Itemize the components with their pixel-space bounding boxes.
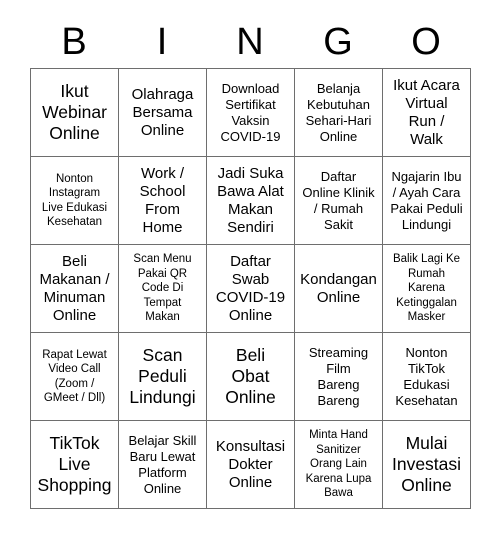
bingo-cell-text: Minta Hand Sanitizer Orang Lain Karena L… xyxy=(305,429,372,500)
bingo-cell-i3[interactable]: Scan Menu Pakai QR Code Di Tempat Makan xyxy=(119,245,207,333)
bingo-row-5: TikTok Live Shopping Belajar Skill Baru … xyxy=(31,421,471,509)
bingo-cell-text: Konsultasi Dokter Online xyxy=(215,437,286,491)
bingo-card: B I N G O Ikut Webinar Online Olahraga B… xyxy=(30,16,471,509)
bingo-cell-n2[interactable]: Jadi Suka Bawa Alat Makan Sendiri xyxy=(207,157,295,245)
bingo-header: B I N G O xyxy=(30,16,470,68)
bingo-cell-text: Download Sertifikat Vaksin COVID-19 xyxy=(220,80,281,144)
bingo-cell-n3[interactable]: Daftar Swab COVID-19 Online xyxy=(207,245,295,333)
bingo-cell-text: Streaming Film Bareng Bareng xyxy=(308,344,369,408)
bingo-cell-b2[interactable]: Nonton Instagram Live Edukasi Kesehatan xyxy=(31,157,119,245)
bingo-cell-text: Balik Lagi Ke Rumah Karena Ketinggalan M… xyxy=(392,253,461,324)
bingo-row-1: Ikut Webinar Online Olahraga Bersama Onl… xyxy=(31,69,471,157)
bingo-cell-text: TikTok Live Shopping xyxy=(37,433,112,495)
bingo-cell-n5[interactable]: Konsultasi Dokter Online xyxy=(207,421,295,509)
bingo-card-page: B I N G O Ikut Webinar Online Olahraga B… xyxy=(0,0,500,544)
bingo-cell-text: Beli Obat Online xyxy=(225,345,276,407)
bingo-cell-i4[interactable]: Scan Peduli Lindungi xyxy=(119,333,207,421)
bingo-cell-i2[interactable]: Work / School From Home xyxy=(119,157,207,245)
bingo-header-letter-g: G xyxy=(323,21,353,63)
bingo-cell-g5[interactable]: Minta Hand Sanitizer Orang Lain Karena L… xyxy=(295,421,383,509)
bingo-cell-o5[interactable]: Mulai Investasi Online xyxy=(383,421,471,509)
bingo-header-letter-i: I xyxy=(156,21,168,63)
bingo-cell-b5[interactable]: TikTok Live Shopping xyxy=(31,421,119,509)
bingo-cell-o2[interactable]: Ngajarin Ibu / Ayah Cara Pakai Peduli Li… xyxy=(383,157,471,245)
bingo-cell-text: Kondangan Online xyxy=(300,270,377,306)
bingo-cell-text: Daftar Swab COVID-19 Online xyxy=(215,252,286,324)
bingo-cell-text: Rapat Lewat Video Call (Zoom / GMeet / D… xyxy=(42,348,107,405)
bingo-cell-o1[interactable]: Ikut Acara Virtual Run / Walk xyxy=(383,69,471,157)
bingo-cell-g2[interactable]: Daftar Online Klinik / Rumah Sakit xyxy=(295,157,383,245)
bingo-cell-text: Belajar Skill Baru Lewat Platform Online xyxy=(128,432,197,496)
bingo-cell-b4[interactable]: Rapat Lewat Video Call (Zoom / GMeet / D… xyxy=(31,333,119,421)
bingo-cell-text: Ngajarin Ibu / Ayah Cara Pakai Peduli Li… xyxy=(390,168,463,232)
bingo-cell-o3[interactable]: Balik Lagi Ke Rumah Karena Ketinggalan M… xyxy=(383,245,471,333)
bingo-cell-g1[interactable]: Belanja Kebutuhan Sehari-Hari Online xyxy=(295,69,383,157)
bingo-cell-o4[interactable]: Nonton TikTok Edukasi Kesehatan xyxy=(383,333,471,421)
bingo-cell-text: Scan Peduli Lindungi xyxy=(129,345,196,407)
bingo-cell-n4[interactable]: Beli Obat Online xyxy=(207,333,295,421)
bingo-cell-text: Daftar Online Klinik / Rumah Sakit xyxy=(302,168,375,232)
bingo-grid: Ikut Webinar Online Olahraga Bersama Onl… xyxy=(30,68,471,509)
bingo-cell-text: Beli Makanan / Minuman Online xyxy=(39,252,110,324)
bingo-cell-i1[interactable]: Olahraga Bersama Online xyxy=(119,69,207,157)
bingo-cell-text: Jadi Suka Bawa Alat Makan Sendiri xyxy=(217,164,284,236)
bingo-cell-text: Ikut Acara Virtual Run / Walk xyxy=(393,76,460,148)
bingo-cell-text: Olahraga Bersama Online xyxy=(131,85,194,139)
bingo-cell-text: Nonton TikTok Edukasi Kesehatan xyxy=(395,344,458,408)
bingo-row-4: Rapat Lewat Video Call (Zoom / GMeet / D… xyxy=(31,333,471,421)
bingo-header-letter-b: B xyxy=(61,21,87,63)
bingo-cell-g3[interactable]: Kondangan Online xyxy=(295,245,383,333)
bingo-cell-b3[interactable]: Beli Makanan / Minuman Online xyxy=(31,245,119,333)
bingo-cell-text: Mulai Investasi Online xyxy=(391,433,462,495)
bingo-row-3: Beli Makanan / Minuman Online Scan Menu … xyxy=(31,245,471,333)
bingo-cell-i5[interactable]: Belajar Skill Baru Lewat Platform Online xyxy=(119,421,207,509)
bingo-cell-text: Belanja Kebutuhan Sehari-Hari Online xyxy=(305,80,372,144)
bingo-header-letter-o: O xyxy=(411,21,441,63)
bingo-cell-n1[interactable]: Download Sertifikat Vaksin COVID-19 xyxy=(207,69,295,157)
bingo-row-2: Nonton Instagram Live Edukasi Kesehatan … xyxy=(31,157,471,245)
bingo-cell-text: Work / School From Home xyxy=(139,164,186,236)
bingo-cell-b1[interactable]: Ikut Webinar Online xyxy=(31,69,119,157)
bingo-cell-text: Ikut Webinar Online xyxy=(42,81,107,143)
bingo-cell-text: Scan Menu Pakai QR Code Di Tempat Makan xyxy=(133,253,192,324)
bingo-cell-g4[interactable]: Streaming Film Bareng Bareng xyxy=(295,333,383,421)
bingo-cell-text: Nonton Instagram Live Edukasi Kesehatan xyxy=(41,172,108,229)
bingo-header-letter-n: N xyxy=(236,21,264,63)
